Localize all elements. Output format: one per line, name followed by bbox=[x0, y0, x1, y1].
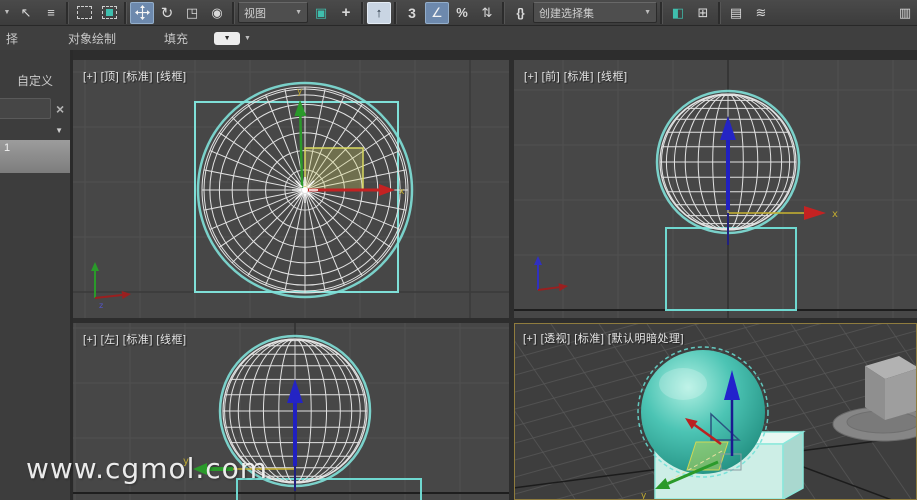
layer-manager-icon[interactable]: ▤ bbox=[724, 2, 748, 24]
left-panel-search-input[interactable] bbox=[0, 98, 51, 119]
viewport-perspective-canvas[interactable]: y bbox=[515, 324, 916, 499]
viewport-top-label[interactable]: [+] [顶] [标准] [线框] bbox=[83, 68, 187, 84]
viewport-perspective[interactable]: [+] [透视] [标准] [默认明暗处理] y bbox=[514, 323, 917, 500]
box-selection-bracket bbox=[194, 101, 399, 293]
ribbon-tab-row: 择 对象绘制 填充 ▼ ▼ bbox=[0, 26, 917, 51]
snaps-toggle-3d-icon[interactable]: 3 bbox=[400, 2, 424, 24]
toolbar-overflow-icon[interactable]: ▥ bbox=[893, 2, 917, 24]
grid-lines bbox=[73, 60, 509, 318]
box-wireframe bbox=[665, 227, 797, 311]
tab-object-paint[interactable]: 对象绘制 bbox=[64, 30, 120, 47]
axis-x-label: x bbox=[832, 209, 838, 220]
spinner-snap-toggle-icon[interactable]: ⇅ bbox=[475, 2, 499, 24]
left-panel-title: 自定义 bbox=[16, 74, 53, 88]
watermark-text: www.cgmol.com bbox=[26, 452, 269, 485]
angle-snap-toggle-icon[interactable]: ∠ bbox=[425, 1, 449, 24]
axis-x-label: x bbox=[399, 187, 405, 197]
clear-icon[interactable]: × bbox=[56, 102, 64, 116]
tab-select-partial[interactable]: 择 bbox=[2, 30, 22, 47]
select-and-move-icon[interactable] bbox=[130, 1, 154, 24]
scene-explorer-icon[interactable]: ≋ bbox=[749, 2, 773, 24]
viewport-top-canvas[interactable]: y x z bbox=[73, 60, 509, 318]
use-pivot-point-center-icon[interactable]: ▣ bbox=[309, 2, 333, 24]
select-object-icon[interactable]: ↖ bbox=[14, 2, 38, 24]
tab-populate[interactable]: 填充 bbox=[160, 30, 192, 47]
viewport-perspective-label[interactable]: [+] [透视] [标准] [默认明暗处理] bbox=[523, 330, 684, 346]
move-cross-icon bbox=[134, 5, 150, 20]
select-and-rotate-icon[interactable]: ↻ bbox=[155, 2, 179, 24]
percent-snap-toggle-icon[interactable]: % bbox=[450, 2, 474, 24]
axis-y-label: y bbox=[297, 87, 303, 97]
viewport-front-canvas[interactable]: x bbox=[514, 60, 917, 318]
gizmo-center-starburst bbox=[292, 177, 318, 203]
viewport-axis-tripod: z bbox=[91, 262, 131, 310]
3dsmax-window: ▼ ↖ ≡ ↻ ◳ ◉ 视图 ▼ ▣ + ↑ 3 ∠ % ⇅ {} 创建选择集 … bbox=[0, 0, 917, 500]
toolbar-separator bbox=[660, 1, 663, 24]
select-and-place-icon[interactable]: ◉ bbox=[205, 2, 229, 24]
select-and-scale-icon[interactable]: ◳ bbox=[180, 2, 204, 24]
toolbar-separator bbox=[124, 1, 127, 24]
toolbar-separator bbox=[718, 1, 721, 24]
reference-coordinate-system-dropdown[interactable]: 视图 ▼ bbox=[238, 2, 308, 23]
select-by-name-icon[interactable]: ≡ bbox=[39, 2, 63, 24]
align-icon[interactable]: ⊞ bbox=[691, 2, 715, 24]
left-panel-search-row: × bbox=[0, 98, 70, 119]
viewport-front[interactable]: [+] [前] [标准] [线框] x bbox=[514, 60, 917, 318]
window-crossing-icon[interactable] bbox=[97, 2, 121, 24]
selection-filter-dropdown-partial-icon[interactable]: ▼ bbox=[1, 2, 13, 24]
left-dock-panel: 自定义 × ▼ 1 bbox=[0, 50, 73, 500]
toolbar-separator bbox=[66, 1, 69, 24]
list-item[interactable]: 1 bbox=[0, 140, 70, 173]
tripod-z-label: z bbox=[99, 301, 103, 310]
axis-y-label: y bbox=[641, 491, 647, 499]
toolbar-separator bbox=[232, 1, 235, 24]
ribbon-minimize-caret-icon[interactable]: ▼ bbox=[244, 35, 251, 42]
mirror-icon[interactable]: ◧ bbox=[666, 2, 690, 24]
viewport-top[interactable]: [+] [顶] [标准] [线框] y x z bbox=[73, 60, 509, 318]
edit-named-selection-sets-icon[interactable]: {} bbox=[508, 2, 532, 24]
ribbon-minimize-button[interactable]: ▼ bbox=[214, 31, 241, 45]
toolbar-separator bbox=[394, 1, 397, 24]
viewport-front-label[interactable]: [+] [前] [标准] [线框] bbox=[524, 68, 628, 84]
keyboard-shortcut-override-icon[interactable]: ↑ bbox=[367, 1, 391, 24]
toolbar-separator bbox=[502, 1, 505, 24]
named-selection-sets-dropdown[interactable]: 创建选择集 ▼ bbox=[533, 2, 657, 23]
chevron-down-icon[interactable]: ▼ bbox=[0, 126, 70, 135]
viewport-left-label[interactable]: [+] [左] [标准] [线框] bbox=[83, 331, 187, 347]
move-gizmo: x bbox=[720, 116, 838, 245]
toolbar-separator bbox=[361, 1, 364, 24]
main-toolbar: ▼ ↖ ≡ ↻ ◳ ◉ 视图 ▼ ▣ + ↑ 3 ∠ % ⇅ {} 创建选择集 … bbox=[0, 0, 917, 26]
rectangular-selection-region-icon[interactable] bbox=[72, 2, 96, 24]
gray-cube-on-disc bbox=[832, 356, 916, 442]
grid-lines bbox=[514, 60, 917, 318]
select-and-manipulate-icon[interactable]: + bbox=[334, 2, 358, 24]
